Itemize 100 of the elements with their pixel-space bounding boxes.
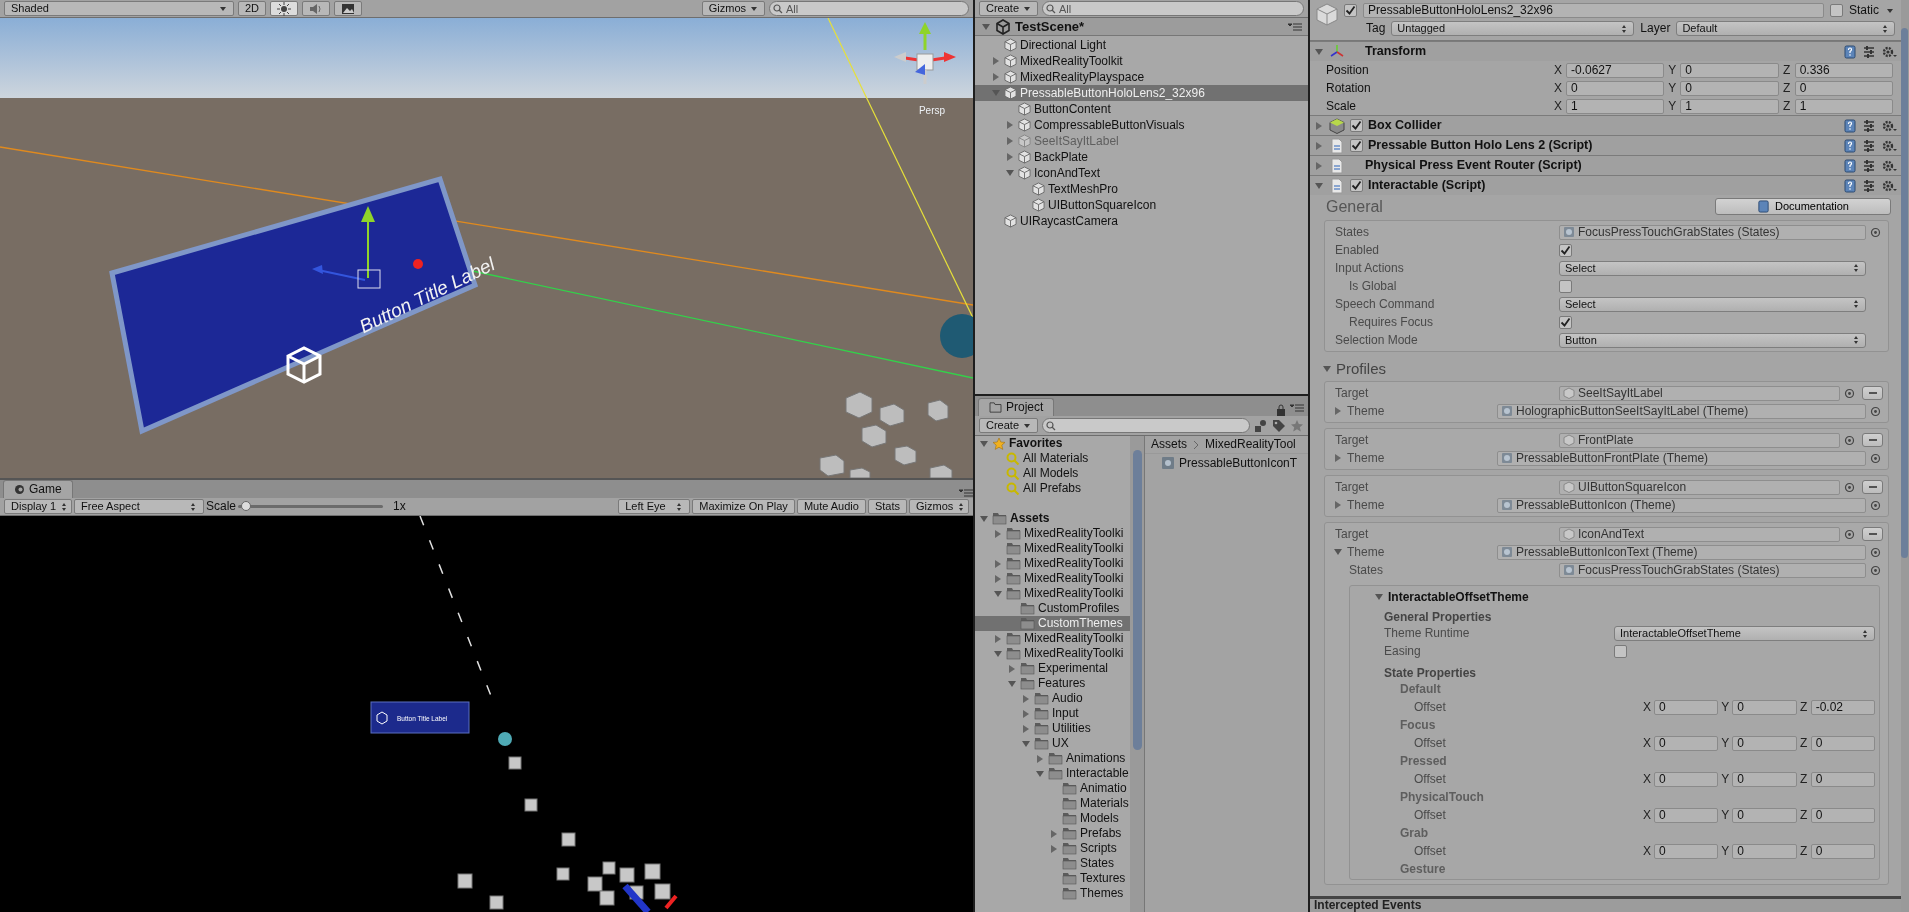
tree-item[interactable]: BackPlate — [975, 149, 1308, 165]
tag-dropdown[interactable]: Untagged — [1391, 21, 1635, 36]
tree-item[interactable]: IconAndText — [975, 165, 1308, 181]
tree-item[interactable]: Directional Light — [975, 37, 1308, 53]
filter-by-type-icon[interactable] — [1254, 418, 1268, 433]
dropdown[interactable]: Display 1 — [4, 499, 72, 514]
tree-item[interactable]: MixedRealityToolki — [975, 586, 1130, 601]
dropdown[interactable]: Shaded — [4, 1, 234, 16]
object-field[interactable]: SeeItSayItLabel — [1559, 385, 1840, 401]
menu-icon[interactable] — [959, 488, 973, 498]
help-book-icon[interactable] — [1843, 158, 1857, 173]
expand-arrow-icon[interactable] — [1021, 708, 1031, 719]
number-field[interactable]: -0.02 — [1810, 700, 1875, 716]
tree-item[interactable]: Animatio — [975, 781, 1130, 796]
expand-arrow-icon[interactable] — [1021, 723, 1031, 734]
number-field[interactable]: 0 — [1732, 736, 1797, 752]
tree-item[interactable]: CustomProfiles — [975, 601, 1130, 616]
caret-icon[interactable] — [1852, 299, 1860, 310]
create-dropdown[interactable]: Create — [979, 418, 1039, 433]
settings-icon[interactable] — [1881, 158, 1897, 173]
expand-arrow-icon[interactable] — [1333, 453, 1343, 464]
expand-arrow-icon[interactable] — [993, 633, 1003, 644]
checkbox[interactable] — [1614, 645, 1627, 659]
expand-arrow-icon[interactable] — [1007, 663, 1017, 674]
tree-item[interactable]: Experimental — [975, 661, 1130, 676]
settings-icon[interactable] — [1881, 118, 1897, 133]
expand-arrow-icon[interactable] — [1314, 140, 1324, 151]
expand-arrow-icon[interactable] — [1049, 843, 1059, 854]
help-book-icon[interactable] — [1843, 138, 1857, 153]
caret-icon[interactable] — [1881, 23, 1889, 34]
number-field[interactable]: 0 — [1732, 808, 1797, 824]
caret-icon[interactable] — [1620, 23, 1629, 34]
checkbox[interactable] — [1559, 279, 1572, 293]
presets-icon[interactable] — [1862, 118, 1876, 133]
menu-icon[interactable] — [1290, 403, 1304, 413]
object-field[interactable]: HolographicButtonSeeItSayItLabel (Theme) — [1497, 403, 1866, 419]
search-field[interactable]: All — [769, 1, 969, 16]
tree-item[interactable]: MixedRealityToolki — [975, 556, 1130, 571]
number-field[interactable]: 0 — [1732, 844, 1797, 860]
enable-checkbox[interactable] — [1350, 139, 1363, 152]
collapse-arrow-icon[interactable] — [993, 648, 1003, 659]
lock-icon[interactable] — [1276, 404, 1286, 416]
object-picker-icon[interactable] — [1870, 546, 1881, 558]
tree-item[interactable]: Models — [975, 811, 1130, 826]
tree-item[interactable]: MixedRealityPlayspace — [975, 69, 1308, 85]
number-field[interactable]: 0 — [1680, 80, 1779, 96]
tree-item[interactable]: MixedRealityToolki — [975, 646, 1130, 661]
number-field[interactable]: 0 — [1732, 700, 1797, 716]
dropdown[interactable]: Select — [1559, 260, 1866, 276]
expand-arrow-icon[interactable] — [1049, 828, 1059, 839]
caret-icon[interactable] — [957, 501, 966, 512]
toggle-button[interactable] — [302, 1, 331, 16]
object-picker-icon[interactable] — [1844, 434, 1855, 446]
number-field[interactable]: 0 — [1654, 808, 1719, 824]
caret-icon[interactable] — [1861, 628, 1869, 639]
object-picker-icon[interactable] — [1844, 481, 1855, 493]
object-field[interactable]: IconAndText — [1559, 526, 1840, 542]
tree-item[interactable]: Animations — [975, 751, 1130, 766]
tree-item[interactable]: PressableButtonHoloLens2_32x96 — [975, 85, 1308, 101]
tree-item[interactable]: UIButtonSquareIcon — [975, 197, 1308, 213]
expand-arrow-icon[interactable] — [1035, 753, 1045, 764]
name-field[interactable]: PressableButtonHoloLens2_32x96 — [1363, 3, 1824, 18]
number-field[interactable]: 0 — [1654, 844, 1719, 860]
checkbox[interactable] — [1559, 243, 1572, 257]
collapse-arrow-icon[interactable] — [1005, 168, 1015, 178]
checkbox[interactable] — [1559, 315, 1572, 329]
expand-arrow-icon[interactable] — [993, 573, 1003, 584]
caret-icon[interactable] — [60, 501, 69, 512]
number-field[interactable]: 1 — [1680, 98, 1779, 114]
collapse-arrow-icon[interactable] — [1035, 768, 1045, 779]
tree-item[interactable]: MixedRealityToolki — [975, 541, 1130, 556]
settings-icon[interactable] — [1881, 178, 1897, 193]
expand-arrow-icon[interactable] — [1021, 693, 1031, 704]
tree-item[interactable]: All Prefabs — [975, 481, 1130, 496]
object-picker-icon[interactable] — [1870, 452, 1881, 464]
expand-arrow-icon[interactable] — [1333, 500, 1343, 511]
number-field[interactable]: 0 — [1654, 772, 1719, 788]
enable-checkbox[interactable] — [1350, 179, 1363, 192]
star-icon[interactable] — [1290, 418, 1304, 433]
documentation-button[interactable]: Documentation — [1715, 198, 1891, 216]
object-field[interactable]: PressableButtonIconText (Theme) — [1497, 544, 1866, 560]
dropdown[interactable]: Select — [1559, 296, 1866, 312]
caret-icon[interactable] — [1852, 335, 1860, 346]
help-book-icon[interactable] — [1843, 178, 1857, 193]
tree-item[interactable]: MixedRealityToolkit — [975, 53, 1308, 69]
search-field[interactable]: All — [1042, 1, 1304, 16]
object-field[interactable]: PressableButtonIcon (Theme) — [1497, 497, 1866, 513]
number-field[interactable]: 0 — [1810, 772, 1875, 788]
tree-item[interactable]: States — [975, 856, 1130, 871]
remove-button[interactable] — [1862, 386, 1883, 401]
active-checkbox[interactable] — [1344, 4, 1357, 17]
expand-arrow-icon[interactable] — [993, 558, 1003, 569]
create-dropdown[interactable]: Create — [979, 1, 1039, 16]
settings-icon[interactable] — [1881, 138, 1897, 153]
toggle-button[interactable]: Stats — [867, 499, 907, 514]
tree-item[interactable]: TextMeshPro — [975, 181, 1308, 197]
dropdown[interactable]: Gizmos — [909, 499, 969, 514]
presets-icon[interactable] — [1862, 44, 1876, 59]
dropdown[interactable]: Button — [1559, 332, 1866, 348]
expand-arrow-icon[interactable] — [991, 56, 1001, 66]
